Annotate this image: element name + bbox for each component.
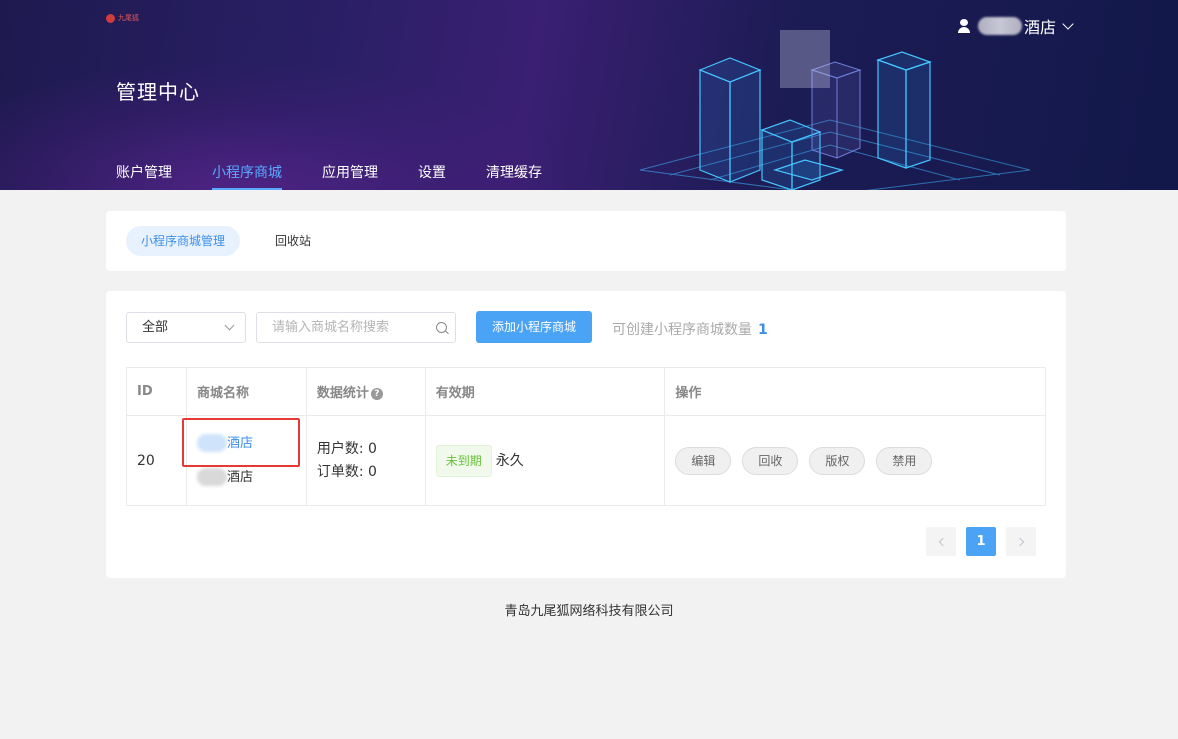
mall-name-text: 酒店 — [226, 435, 253, 451]
filter-value: 全部 — [142, 320, 169, 335]
col-stats-label: 数据统计 — [316, 386, 369, 401]
order-count: 订单数: 0 — [316, 463, 377, 480]
nav-clear-cache[interactable]: 清理缓存 — [486, 162, 542, 190]
table-header-row: ID 商城名称 数据统计? 有效期 操作 — [126, 367, 1046, 416]
main-nav: 账户管理 小程序商城 应用管理 设置 清理缓存 — [116, 162, 582, 190]
col-id: ID — [126, 367, 187, 416]
nav-settings[interactable]: 设置 — [418, 162, 446, 190]
tab-mall-management[interactable]: 小程序商城管理 — [126, 226, 241, 256]
user-menu[interactable]: 酒店 — [958, 14, 1074, 38]
edit-button[interactable]: 编辑 — [675, 446, 732, 475]
cell-actions: 编辑 回收 版权 禁用 — [664, 415, 1046, 506]
user-name-suffix: 酒店 — [1024, 18, 1057, 37]
name-blur — [196, 468, 227, 486]
chevron-down-icon — [1062, 17, 1074, 30]
validity-text: 永久 — [495, 452, 524, 469]
search-input[interactable] — [257, 313, 427, 342]
brand-logo[interactable]: 九尾狐 — [106, 13, 139, 23]
cell-validity: 未到期 永久 — [424, 415, 666, 506]
quota-count: 1 — [758, 322, 768, 338]
chevron-left-icon — [938, 537, 947, 547]
cell-stats: 用户数: 0 订单数: 0 — [305, 415, 426, 506]
search-box — [256, 312, 456, 343]
cell-mall-name: 酒店 酒店 — [185, 415, 307, 506]
user-icon — [958, 19, 970, 33]
col-stats: 数据统计? — [305, 367, 426, 416]
help-icon[interactable]: ? — [370, 388, 383, 400]
status-filter-select[interactable]: 全部 — [126, 312, 246, 343]
fox-logo-icon — [106, 13, 115, 23]
logo-text: 九尾狐 — [118, 14, 139, 22]
col-actions: 操作 — [664, 367, 1046, 416]
prev-page-button[interactable] — [926, 527, 956, 556]
page-title: 管理中心 — [116, 80, 200, 104]
mall-list-card: 全部 添加小程序商城 可创建小程序商城数量 1 ID 商城名称 数据统计? 有效期… — [106, 291, 1066, 578]
col-mall-name: 商城名称 — [185, 367, 307, 416]
page-number[interactable]: 1 — [966, 527, 996, 556]
nav-app-management[interactable]: 应用管理 — [322, 162, 378, 190]
nav-mini-program-mall[interactable]: 小程序商城 — [212, 162, 282, 190]
quota-info: 可创建小程序商城数量 1 — [612, 319, 768, 339]
username-blur — [978, 17, 1022, 35]
add-mall-button[interactable]: 添加小程序商城 — [476, 311, 592, 343]
copyright-button[interactable]: 版权 — [809, 446, 866, 475]
disable-button[interactable]: 禁用 — [876, 446, 933, 475]
quota-label: 可创建小程序商城数量 — [612, 322, 752, 338]
col-validity: 有效期 — [424, 367, 666, 416]
top-banner: 九尾狐 管理中心 酒店 账户管理 小程序商城 应用管理 设置 清理缓存 — [0, 0, 1178, 190]
nav-account-management[interactable]: 账户管理 — [116, 162, 172, 190]
mall-table: ID 商城名称 数据统计? 有效期 操作 20 酒店 酒店 用户数: 0 订单数… — [126, 367, 1046, 506]
status-badge: 未到期 — [435, 444, 492, 477]
next-page-button[interactable] — [1006, 527, 1036, 556]
mall-sub-name-text: 酒店 — [226, 469, 253, 485]
city-skyline-illustration — [639, 30, 1031, 190]
privacy-blur — [780, 30, 830, 88]
search-icon[interactable] — [436, 322, 447, 333]
user-count: 用户数: 0 — [316, 440, 377, 457]
mall-sub-name: 酒店 — [196, 467, 306, 489]
recycle-button[interactable]: 回收 — [742, 446, 799, 475]
chevron-down-icon — [224, 320, 235, 331]
subtab-card: 小程序商城管理 回收站 — [106, 211, 1066, 271]
footer-company: 青岛九尾狐网络科技有限公司 — [504, 604, 674, 619]
tab-recycle-bin[interactable]: 回收站 — [260, 226, 326, 256]
cell-id: 20 — [126, 415, 187, 506]
table-row: 20 酒店 酒店 用户数: 0 订单数: 0 未到期 永久 编辑 回收 版权 禁用 — [126, 415, 1046, 506]
chevron-right-icon — [1015, 537, 1024, 547]
mall-name-link[interactable]: 酒店 — [196, 433, 306, 455]
name-blur — [196, 434, 227, 452]
